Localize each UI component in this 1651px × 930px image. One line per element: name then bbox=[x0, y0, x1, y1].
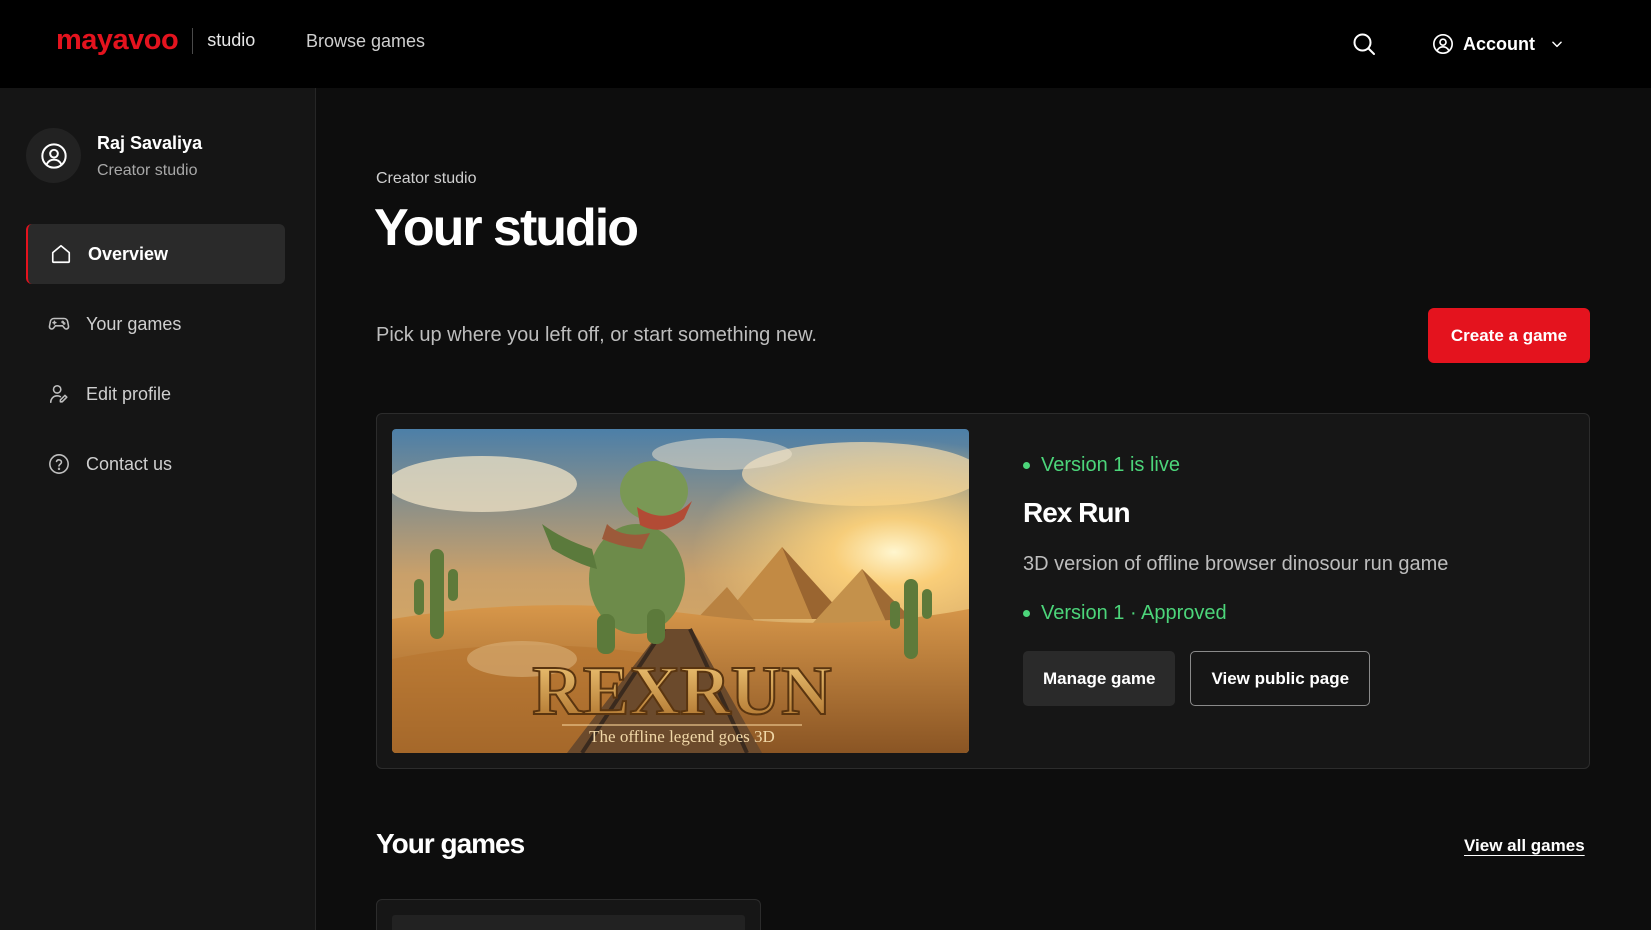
sidebar-item-your-games[interactable]: Your games bbox=[26, 294, 285, 354]
game-title: Rex Run bbox=[1023, 497, 1131, 528]
game-card[interactable] bbox=[376, 899, 761, 930]
user-role: Creator studio bbox=[97, 161, 198, 179]
user-circle-icon bbox=[1433, 34, 1453, 54]
game-thumbnail[interactable]: REXRUN The offline legend goes 3D bbox=[392, 429, 969, 753]
game-description: 3D version of offline browser dinosour r… bbox=[1023, 553, 1449, 575]
brand-studio-label[interactable]: studio bbox=[207, 30, 255, 51]
sidebar-nav: Overview Your games Edit profile Contact… bbox=[26, 224, 285, 504]
sidebar: Raj Savaliya Creator studio Overview You… bbox=[0, 88, 316, 930]
version-status-label: Version 1 · Approved bbox=[1041, 602, 1227, 624]
main-content: Creator studio Your studio Pick up where… bbox=[374, 88, 1591, 930]
live-status: Version 1 is live bbox=[1023, 454, 1448, 477]
manage-game-button[interactable]: Manage game bbox=[1023, 651, 1176, 706]
help-circle-icon bbox=[49, 454, 69, 474]
status-dot bbox=[1023, 610, 1030, 617]
brand-logo[interactable]: mayavoo bbox=[56, 24, 179, 57]
sidebar-item-overview[interactable]: Overview bbox=[26, 224, 285, 284]
sidebar-item-contact-us[interactable]: Contact us bbox=[26, 434, 285, 494]
create-game-button[interactable]: Create a game bbox=[1428, 308, 1590, 363]
your-games-heading: Your games bbox=[376, 828, 525, 859]
status-dot bbox=[1023, 462, 1030, 469]
chevron-down-icon bbox=[1552, 41, 1562, 48]
sidebar-item-label: Your games bbox=[86, 313, 182, 334]
page-subtitle: Pick up where you left off, or start som… bbox=[376, 324, 817, 346]
view-public-page-button[interactable]: View public page bbox=[1190, 651, 1371, 706]
page-title: Your studio bbox=[374, 199, 639, 257]
thumbnail-tagline: The offline legend goes 3D bbox=[589, 727, 775, 746]
user-edit-icon bbox=[49, 384, 68, 404]
brand[interactable]: mayavoo studio bbox=[56, 24, 255, 57]
user-name: Raj Savaliya bbox=[97, 132, 203, 153]
account-menu-button[interactable]: Account bbox=[1432, 30, 1564, 58]
game-card-thumbnail bbox=[392, 915, 745, 930]
home-icon bbox=[51, 244, 71, 264]
featured-actions: Manage game View public page bbox=[1023, 651, 1448, 706]
user-profile: Raj Savaliya Creator studio bbox=[26, 128, 202, 183]
browse-games-link[interactable]: Browse games bbox=[306, 31, 425, 52]
sidebar-item-edit-profile[interactable]: Edit profile bbox=[26, 364, 285, 424]
account-label: Account bbox=[1463, 33, 1535, 54]
breadcrumb: Creator studio bbox=[376, 170, 477, 187]
avatar bbox=[26, 128, 81, 183]
gamepad-icon bbox=[48, 317, 70, 330]
user-circle-icon bbox=[40, 142, 67, 169]
search-button[interactable] bbox=[1350, 30, 1378, 58]
top-bar: mayavoo studio Browse games Account bbox=[0, 0, 1651, 88]
brand-separator bbox=[192, 27, 194, 54]
featured-game-info: Version 1 is live Rex Run 3D version of … bbox=[1023, 454, 1448, 706]
featured-game-card: REXRUN The offline legend goes 3D Versio… bbox=[376, 413, 1590, 769]
sidebar-item-label: Overview bbox=[88, 243, 169, 264]
view-all-games-link[interactable]: View all games bbox=[1464, 836, 1585, 856]
sidebar-item-label: Edit profile bbox=[86, 383, 172, 404]
live-status-label: Version 1 is live bbox=[1041, 454, 1180, 476]
rex-run-artwork: REXRUN The offline legend goes 3D bbox=[392, 429, 969, 753]
search-icon bbox=[1353, 33, 1375, 55]
sidebar-item-label: Contact us bbox=[86, 453, 173, 474]
thumbnail-title: REXRUN bbox=[532, 653, 831, 730]
version-status: Version 1 · Approved bbox=[1023, 602, 1448, 625]
